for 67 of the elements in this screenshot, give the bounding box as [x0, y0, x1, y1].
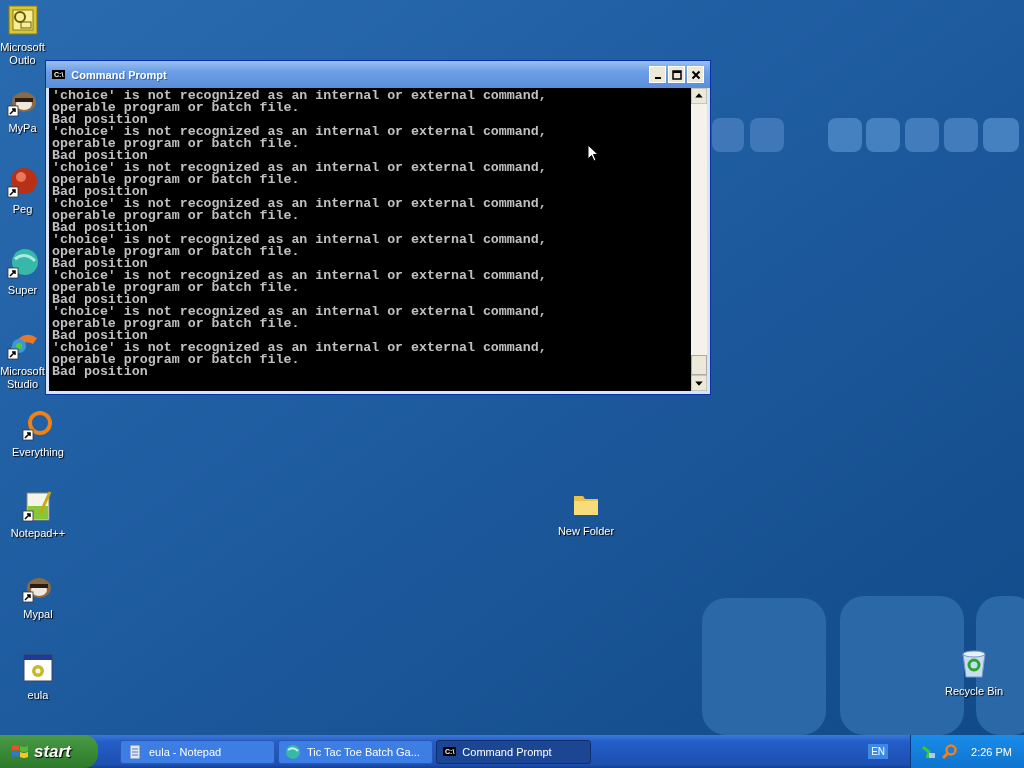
console-line: operable program or batch file. [52, 354, 300, 366]
close-button[interactable] [687, 66, 704, 83]
icon-label: Everything [12, 446, 64, 459]
globe-icon [285, 743, 301, 760]
calendar-icon[interactable] [6, 4, 39, 36]
globe-icon[interactable] [6, 247, 39, 279]
console-line: Bad position [52, 222, 148, 234]
scroll-up-icon[interactable] [691, 88, 707, 104]
icon-label: MyPa [8, 122, 37, 135]
icon-label: New Folder [557, 525, 615, 538]
scrollbar[interactable] [691, 88, 707, 391]
console-line: Bad position [52, 114, 148, 126]
icon-label: Notepad++ [10, 527, 66, 540]
icon-label: Mypal [23, 608, 53, 621]
scroll-down-icon[interactable] [691, 375, 707, 391]
start-button[interactable]: start [0, 735, 98, 768]
console-line: 'choice' is not recognized as an internal or external command, [52, 162, 547, 174]
window-title: Command Prompt [71, 68, 168, 81]
maximize-icon [671, 69, 682, 80]
console-line: operable program or batch file. [52, 102, 300, 114]
console-line: Bad position [52, 330, 148, 342]
language-indicator[interactable]: EN [868, 744, 889, 759]
console-line: Bad position [52, 186, 148, 198]
notepad-icon [127, 743, 143, 760]
console-line: 'choice' is not recognized as an internal or external command, [52, 306, 547, 318]
console-line: operable program or batch file. [52, 318, 300, 330]
taskbar-button[interactable]: Tic Tac Toe Batch Ga... [278, 739, 433, 764]
scrollbar-thumb[interactable] [691, 355, 707, 375]
icon-label: Microsoft Studio [0, 365, 45, 391]
ball-icon[interactable] [6, 166, 39, 198]
console-line: 'choice' is not recognized as an internal or external command, [52, 234, 547, 246]
cursor-icon [587, 144, 599, 162]
wallpaper-tile [905, 118, 939, 152]
console-line: 'choice' is not recognized as an internal or external command, [52, 126, 547, 138]
console-line: Bad position [52, 150, 148, 162]
wallpaper-tile [828, 118, 862, 152]
minimize-button[interactable] [649, 66, 666, 83]
console-line: operable program or batch file. [52, 246, 300, 258]
console-line: 'choice' is not recognized as an internal or external command, [52, 198, 547, 210]
console-line: 'choice' is not recognized as an internal or external command, [52, 90, 547, 102]
wallpaper-tile [866, 118, 900, 152]
icon-label: Recycle Bin [944, 685, 1004, 698]
console-line: operable program or batch file. [52, 282, 300, 294]
wallpaper-tile [750, 118, 784, 152]
network-icon[interactable] [921, 743, 938, 760]
console-line: Bad position [52, 258, 148, 270]
minimize-icon [654, 77, 661, 79]
maximize-button[interactable] [668, 66, 685, 83]
console-line: 'choice' is not recognized as an internal or external command, [52, 270, 547, 282]
console-line: 'choice' is not recognized as an internal or external command, [52, 342, 547, 354]
clock: 2:26 PM [971, 745, 1012, 758]
wallpaper-tile [983, 118, 1019, 152]
notepad-icon[interactable] [22, 490, 54, 522]
icon-label: eula [27, 689, 49, 702]
console-line: operable program or batch file. [52, 174, 300, 186]
console-line: Bad position [52, 366, 148, 378]
taskbar-button[interactable]: eula - Notepad [120, 739, 275, 764]
console-line: operable program or batch file. [52, 138, 300, 150]
icon-label: Super [7, 284, 38, 297]
ring-icon[interactable] [22, 409, 54, 441]
console-line: Bad position [52, 294, 148, 306]
wallpaper-tile [712, 118, 744, 152]
console-line: operable program or batch file. [52, 210, 300, 222]
close-icon [690, 69, 701, 80]
wallpaper-tile [944, 118, 978, 152]
icon-label: Microsoft Outlo [0, 41, 45, 67]
icon-label: Peg [12, 203, 33, 216]
